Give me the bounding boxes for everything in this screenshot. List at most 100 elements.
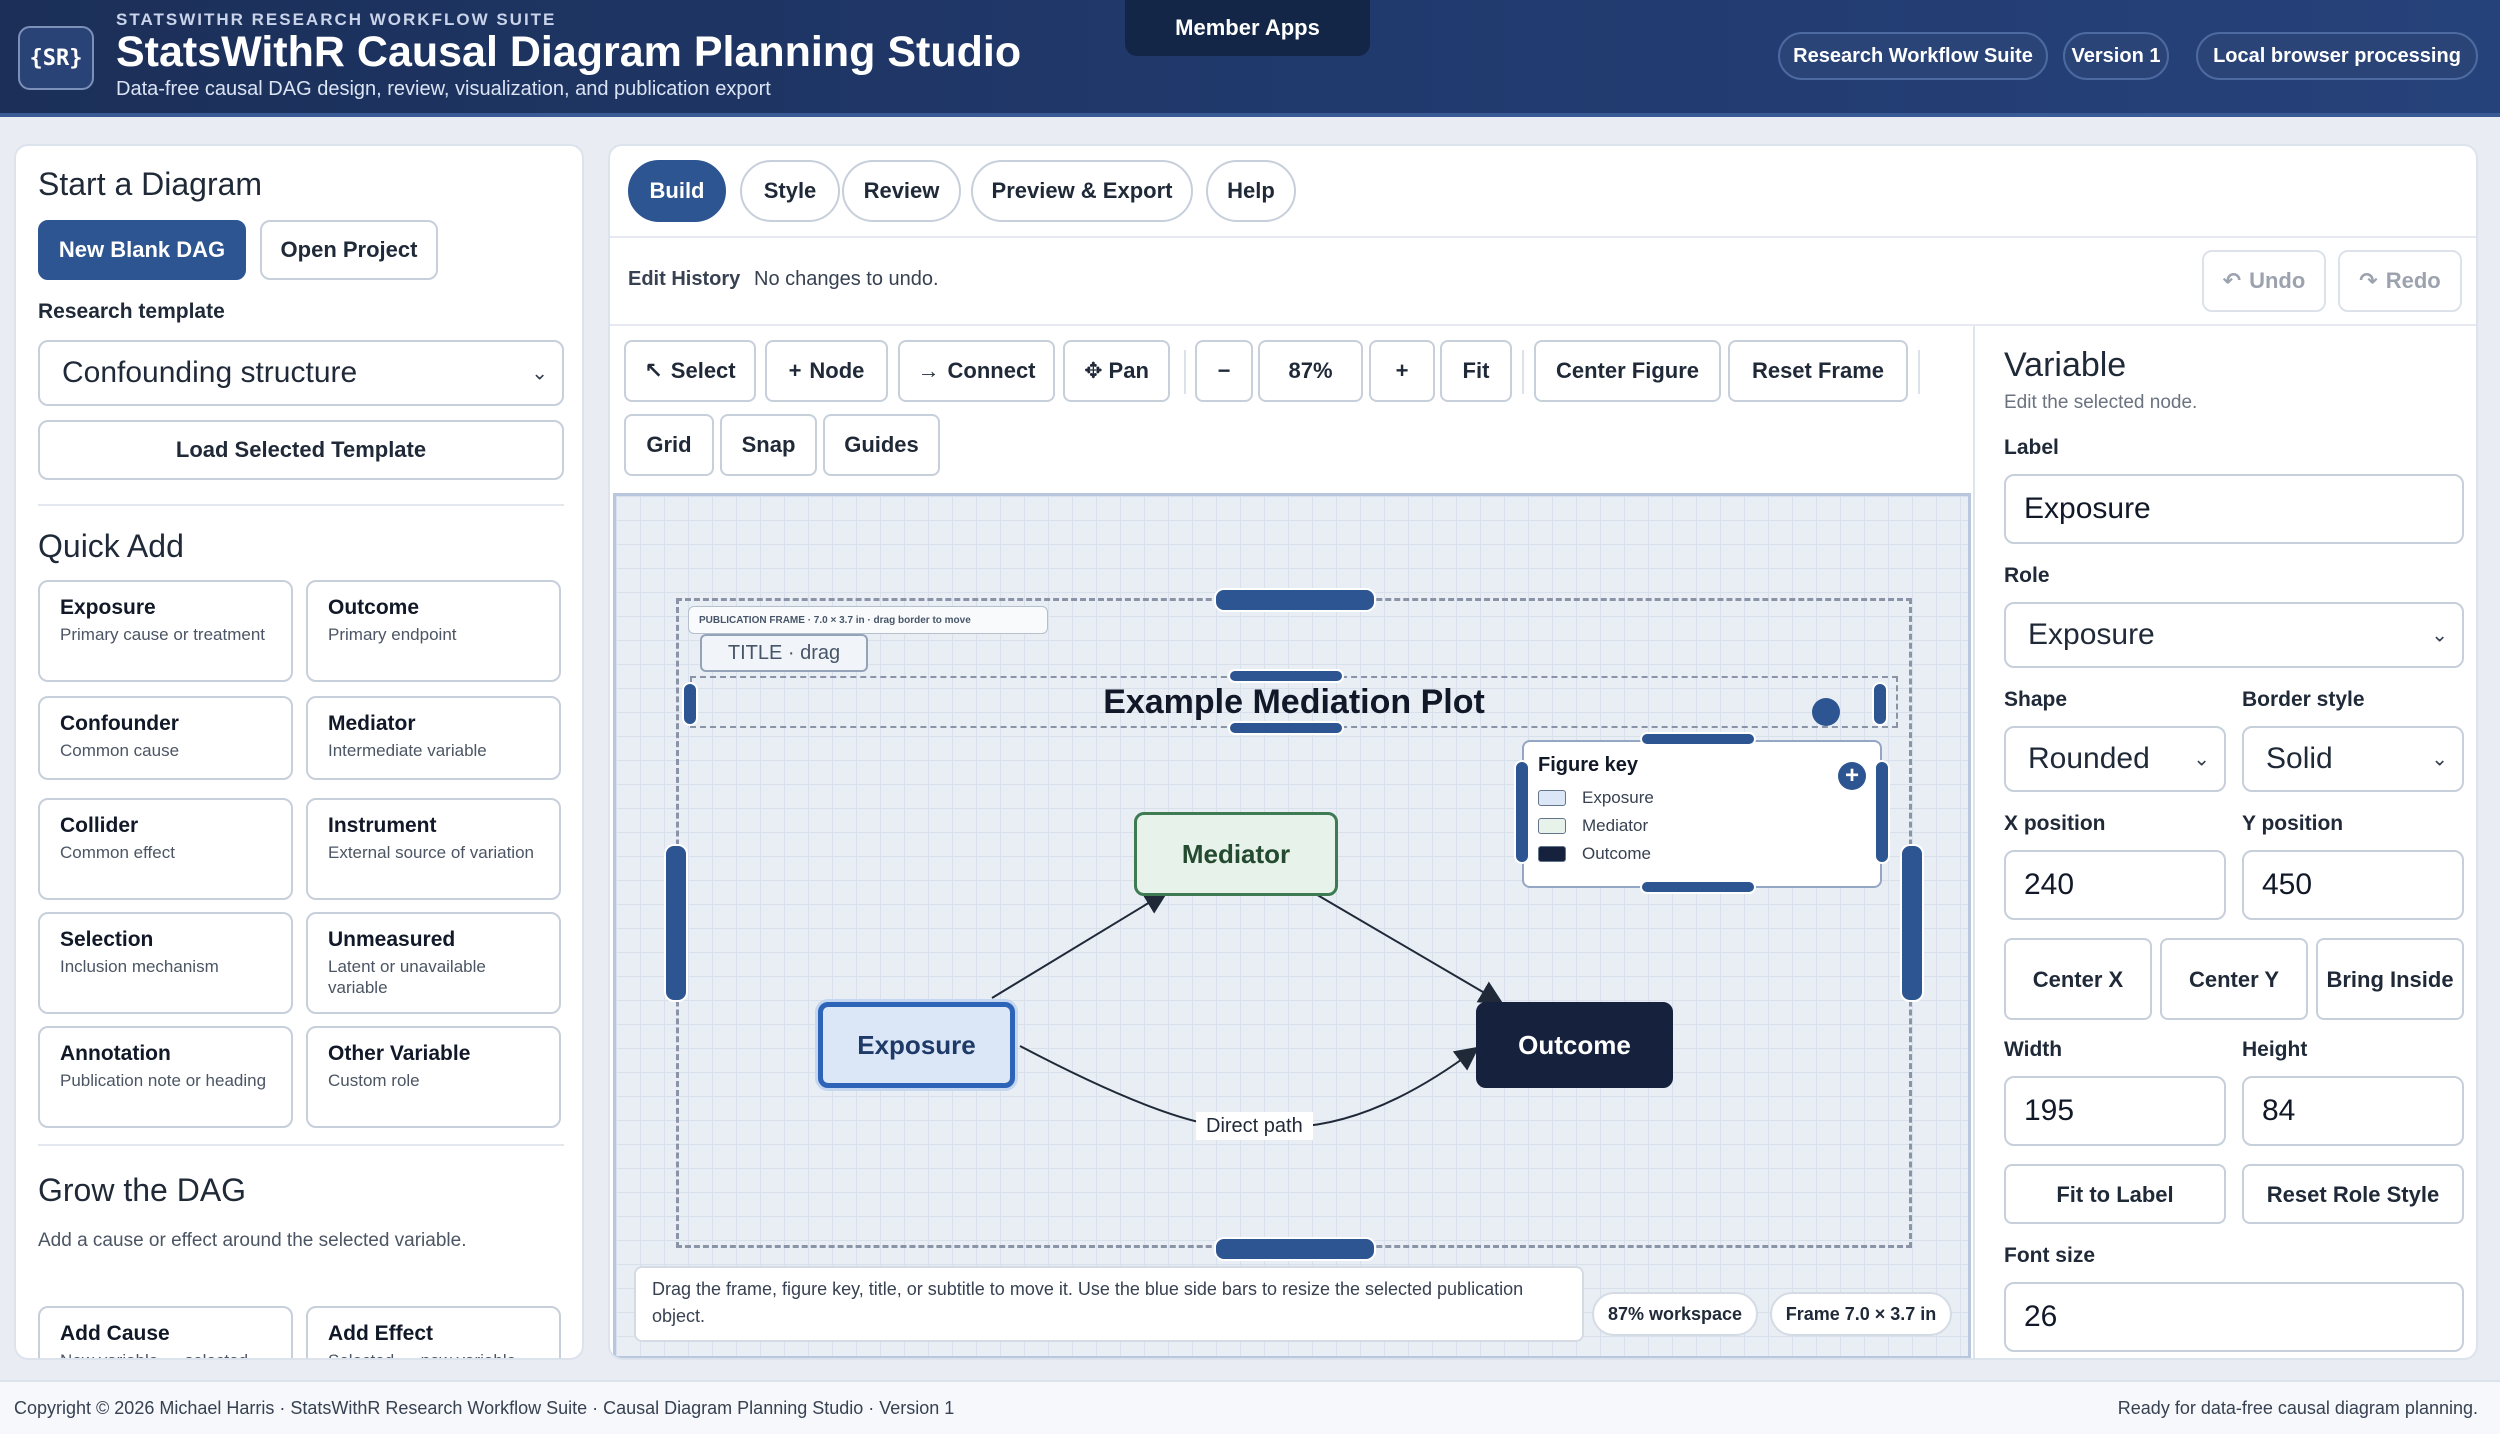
quick-add-title: Unmeasured	[328, 928, 456, 951]
label-input[interactable]: Exposure	[2004, 474, 2464, 544]
quick-add-mediator[interactable]: Mediator Intermediate variable	[306, 696, 561, 780]
font-size-label: Font size	[2004, 1244, 2096, 1267]
node-mediator[interactable]: Mediator	[1134, 812, 1338, 896]
quick-add-unmeasured[interactable]: Unmeasured Latent or unavailable variable	[306, 912, 561, 1014]
reset-frame-button[interactable]: Reset Frame	[1728, 340, 1908, 402]
tab-build[interactable]: Build	[628, 160, 726, 222]
guides-toggle[interactable]: Guides	[823, 414, 940, 476]
select-tool[interactable]: ↖ Select	[624, 340, 756, 402]
figure-key[interactable]: Figure key + Exposure Mediator Outcome	[1522, 740, 1882, 888]
quick-add-outcome[interactable]: Outcome Primary endpoint	[306, 580, 561, 682]
quick-add-description: Common effect	[60, 843, 175, 862]
variable-inspector: Variable Edit the selected node. Label E…	[1976, 326, 2476, 1358]
workspace-panel: Build Style Review Preview & Export Help…	[608, 144, 2478, 1360]
border-style-label: Border style	[2242, 688, 2365, 711]
height-input[interactable]: 84	[2242, 1076, 2464, 1146]
quick-add-title: Instrument	[328, 814, 437, 837]
quick-add-exposure[interactable]: Exposure Primary cause or treatment	[38, 580, 293, 682]
width-label: Width	[2004, 1038, 2063, 1061]
grid-toggle[interactable]: Grid	[624, 414, 714, 476]
reset-role-style-button[interactable]: Reset Role Style	[2242, 1164, 2464, 1224]
x-position-input[interactable]: 240	[2004, 850, 2226, 920]
quick-add-annotation[interactable]: Annotation Publication note or heading	[38, 1026, 293, 1128]
fit-to-label-button[interactable]: Fit to Label	[2004, 1164, 2226, 1224]
quick-add-description: Custom role	[328, 1071, 420, 1090]
y-position-input[interactable]: 450	[2242, 850, 2464, 920]
add-effect-button[interactable]: Add Effect Selected → new variable	[306, 1306, 561, 1358]
key-right-handle[interactable]	[1874, 760, 1890, 864]
local-processing-pill[interactable]: Local browser processing	[2196, 32, 2478, 80]
add-key-item-icon[interactable]: +	[1838, 762, 1866, 790]
add-cause-button[interactable]: Add Cause New variable → selected	[38, 1306, 293, 1358]
tab-preview-export[interactable]: Preview & Export	[971, 160, 1193, 222]
node-exposure[interactable]: Exposure	[818, 1002, 1015, 1088]
node-outcome[interactable]: Outcome	[1476, 1002, 1673, 1088]
key-bottom-handle[interactable]	[1640, 880, 1756, 894]
role-select[interactable]: Exposure ⌄	[2004, 602, 2464, 668]
redo-icon: ↷	[2359, 268, 2378, 293]
tab-review[interactable]: Review	[842, 160, 961, 222]
figure-key-title: Figure key	[1538, 754, 1639, 776]
key-left-handle[interactable]	[1514, 760, 1530, 864]
toolbar-separator	[1918, 350, 1920, 394]
key-item-exposure: Exposure	[1538, 788, 1654, 808]
shape-select[interactable]: Rounded ⌄	[2004, 726, 2226, 792]
chevron-down-icon: ⌄	[2431, 748, 2448, 771]
template-select[interactable]: Confounding structure ⌄	[38, 340, 564, 406]
tab-style[interactable]: Style	[740, 160, 840, 222]
border-style-select[interactable]: Solid ⌄	[2242, 726, 2464, 792]
member-apps-button[interactable]: Member Apps	[1125, 0, 1370, 56]
load-template-button[interactable]: Load Selected Template	[38, 420, 564, 480]
divider	[610, 236, 2476, 238]
quick-add-description: Intermediate variable	[328, 741, 487, 760]
zoom-out-button[interactable]: −	[1195, 340, 1253, 402]
role-value: Exposure	[2028, 618, 2155, 651]
dag-canvas[interactable]: PUBLICATION FRAME · 7.0 × 3.7 in · drag …	[613, 493, 1971, 1358]
quick-add-instrument[interactable]: Instrument External source of variation	[306, 798, 561, 900]
quick-add-selection[interactable]: Selection Inclusion mechanism	[38, 912, 293, 1014]
key-swatch	[1538, 818, 1566, 834]
quick-add-description: External source of variation	[328, 843, 534, 862]
edge-exposure-mediator[interactable]	[991, 890, 1169, 999]
quick-add-title: Collider	[60, 814, 139, 837]
key-top-handle[interactable]	[1640, 732, 1756, 746]
quick-add-collider[interactable]: Collider Common effect	[38, 798, 293, 900]
connect-tool[interactable]: → Connect	[898, 340, 1055, 402]
center-x-button[interactable]: Center X	[2004, 938, 2152, 1020]
quick-add-heading: Quick Add	[38, 528, 184, 564]
key-label: Exposure	[1582, 788, 1654, 807]
snap-toggle[interactable]: Snap	[720, 414, 817, 476]
node-tool[interactable]: + Node	[765, 340, 888, 402]
move-icon: ✥	[1084, 358, 1103, 383]
toolbar-separator	[1522, 350, 1524, 394]
new-blank-dag-button[interactable]: New Blank DAG	[38, 220, 246, 280]
canvas-hint: Drag the frame, figure key, title, or su…	[634, 1266, 1584, 1342]
center-y-button[interactable]: Center Y	[2160, 938, 2308, 1020]
font-size-input[interactable]: 26	[2004, 1282, 2464, 1352]
quick-add-confounder[interactable]: Confounder Common cause	[38, 696, 293, 780]
suite-pill[interactable]: Research Workflow Suite	[1778, 32, 2048, 80]
open-project-button[interactable]: Open Project	[260, 220, 438, 280]
edge-mediator-outcome[interactable]	[1313, 892, 1504, 1005]
version-pill[interactable]: Version 1	[2063, 32, 2169, 80]
undo-label: Undo	[2249, 268, 2306, 293]
width-input[interactable]: 195	[2004, 1076, 2226, 1146]
template-label: Research template	[38, 300, 225, 323]
undo-button[interactable]: ↶ Undo	[2202, 250, 2326, 312]
center-figure-button[interactable]: Center Figure	[1534, 340, 1721, 402]
divider	[38, 504, 564, 506]
inspector-divider	[1973, 326, 1975, 1358]
redo-button[interactable]: ↷ Redo	[2338, 250, 2462, 312]
pan-tool[interactable]: ✥ Pan	[1063, 340, 1170, 402]
app-header: {SR} STATSWITHR RESEARCH WORKFLOW SUITE …	[0, 0, 2500, 117]
bring-inside-button[interactable]: Bring Inside	[2316, 938, 2464, 1020]
tab-help[interactable]: Help	[1206, 160, 1296, 222]
grow-heading: Grow the DAG	[38, 1172, 247, 1208]
add-effect-sub: Selected → new variable	[328, 1350, 539, 1358]
quick-add-other-variable[interactable]: Other Variable Custom role	[306, 1026, 561, 1128]
fit-button[interactable]: Fit	[1440, 340, 1512, 402]
zoom-level[interactable]: 87%	[1258, 340, 1363, 402]
suite-eyebrow: STATSWITHR RESEARCH WORKFLOW SUITE	[116, 10, 557, 29]
zoom-in-button[interactable]: +	[1369, 340, 1435, 402]
edge-label-direct-path[interactable]: Direct path	[1196, 1112, 1313, 1140]
